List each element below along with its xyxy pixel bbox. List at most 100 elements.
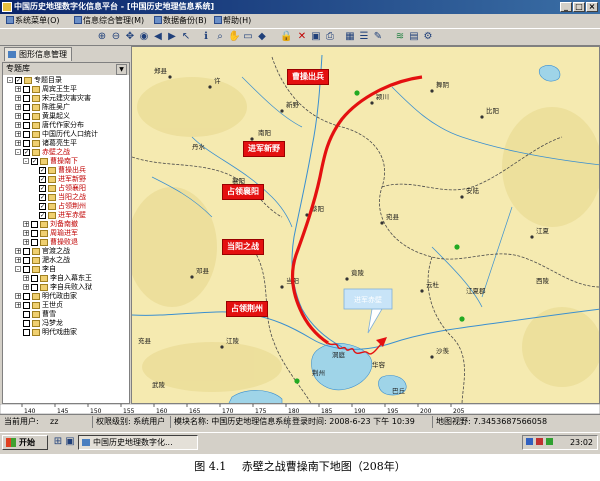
zoom-out-icon[interactable]: ⊖ xyxy=(110,31,122,43)
delete-icon[interactable]: ✕ xyxy=(296,31,308,43)
tray-network-icon[interactable] xyxy=(526,438,533,445)
tree-node[interactable]: + 黄巢起义 xyxy=(3,112,129,121)
tree-checkbox[interactable]: ✓ xyxy=(39,194,46,201)
tree-checkbox[interactable] xyxy=(23,86,30,93)
tree-checkbox[interactable] xyxy=(31,230,38,237)
tree-checkbox[interactable] xyxy=(23,140,30,147)
tree-checkbox[interactable] xyxy=(23,293,30,300)
collapse-icon[interactable]: - xyxy=(7,77,13,84)
tree-node[interactable]: - ✓ 曹操南下 xyxy=(3,157,129,166)
tree-checkbox[interactable] xyxy=(23,302,30,309)
tree-checkbox[interactable]: ✓ xyxy=(39,176,46,183)
taskbar-app-item[interactable]: 中国历史地理数字化... xyxy=(78,435,198,450)
tree-node[interactable]: ✓ 占领荆州 xyxy=(3,202,129,211)
tree-node[interactable]: ✓ 进军赤壁 xyxy=(3,211,129,220)
tree-node[interactable]: ✓ 曹操出兵 xyxy=(3,166,129,175)
tree-node[interactable]: + 中国历代人口统计 xyxy=(3,130,129,139)
expand-icon[interactable]: + xyxy=(15,131,21,138)
tree-checkbox[interactable]: ✓ xyxy=(39,167,46,174)
desktop-icon[interactable]: ▣ xyxy=(64,436,76,448)
hand-icon[interactable]: ✋ xyxy=(228,31,240,43)
tree-node[interactable]: 曹雪 xyxy=(3,310,129,319)
quicklaunch-icon[interactable]: ⊞ xyxy=(52,436,64,448)
tree-node[interactable]: 冯梦龙 xyxy=(3,319,129,328)
close-button[interactable]: × xyxy=(586,2,598,12)
expand-icon[interactable]: + xyxy=(15,122,21,129)
tree-node[interactable]: + 李自入幕东王 xyxy=(3,274,129,283)
maximize-button[interactable]: □ xyxy=(573,2,585,12)
tree-node[interactable]: + 宋元建灾害灾害 xyxy=(3,94,129,103)
zoom-in-icon[interactable]: ⊕ xyxy=(96,31,108,43)
list-icon[interactable]: ☰ xyxy=(358,31,370,43)
save-icon[interactable]: ▣ xyxy=(310,31,322,43)
tree-checkbox[interactable]: ✓ xyxy=(39,212,46,219)
measure-icon[interactable]: ⌕ xyxy=(214,31,226,43)
tree-checkbox[interactable] xyxy=(23,131,30,138)
tree-checkbox[interactable] xyxy=(23,104,30,111)
collapse-icon[interactable]: - xyxy=(15,266,21,273)
expand-icon[interactable]: + xyxy=(23,275,29,282)
pointer-icon[interactable]: ↖ xyxy=(180,31,192,43)
tree-node[interactable]: + 周瑜进军 xyxy=(3,229,129,238)
tree-checkbox[interactable] xyxy=(23,122,30,129)
tree-checkbox[interactable] xyxy=(23,311,30,318)
collapse-icon[interactable]: - xyxy=(15,149,21,156)
tree-node[interactable]: + 周宾王生平 xyxy=(3,85,129,94)
tree-checkbox[interactable] xyxy=(31,221,38,228)
tree-node[interactable]: + 王世贞 xyxy=(3,301,129,310)
tree-node[interactable]: + 诸葛亮生平 xyxy=(3,139,129,148)
tree-node[interactable]: - ✓ 赤壁之战 xyxy=(3,148,129,157)
expand-icon[interactable]: + xyxy=(15,113,21,120)
identify-icon[interactable]: ℹ xyxy=(200,31,212,43)
rectangle-icon[interactable]: ▭ xyxy=(242,31,254,43)
tree-checkbox[interactable] xyxy=(31,284,38,291)
tree-checkbox[interactable]: ✓ xyxy=(23,149,30,156)
tree-node[interactable]: + 唐代作家分布 xyxy=(3,121,129,130)
tree-node[interactable]: + 明代政由家 xyxy=(3,292,129,301)
tree-checkbox[interactable]: ✓ xyxy=(39,203,46,210)
tree-checkbox[interactable] xyxy=(31,275,38,282)
tree-node[interactable]: + 李自兵败入狱 xyxy=(3,283,129,292)
settings-icon[interactable]: ⚙ xyxy=(422,31,434,43)
forward-icon[interactable]: ▶ xyxy=(166,31,178,43)
map-canvas[interactable]: 郑县 许 颍川 南阳 新野 襄阳 当阳 荆州 江陵 江夏郡 舞阴 比阳 宛县 邓… xyxy=(132,47,600,404)
tray-ime-icon[interactable] xyxy=(546,438,553,445)
expand-icon[interactable]: + xyxy=(15,302,21,309)
table-icon[interactable]: ▦ xyxy=(344,31,356,43)
tree-checkbox[interactable] xyxy=(23,329,30,336)
tray-security-icon[interactable] xyxy=(536,438,543,445)
start-button[interactable]: 开始 xyxy=(2,435,48,450)
grid-icon[interactable]: ▤ xyxy=(408,31,420,43)
tree-node[interactable]: + 曹操败退 xyxy=(3,238,129,247)
edit-icon[interactable]: ✎ xyxy=(372,31,384,43)
expand-icon[interactable]: + xyxy=(23,284,29,291)
tab-graphic-info[interactable]: 图形信息管理 xyxy=(4,47,72,61)
tree-checkbox[interactable] xyxy=(31,239,38,246)
globe-icon[interactable]: ◉ xyxy=(138,31,150,43)
expand-icon[interactable]: + xyxy=(15,248,21,255)
back-icon[interactable]: ◀ xyxy=(152,31,164,43)
tree-checkbox[interactable] xyxy=(23,257,30,264)
tree-node[interactable]: + 官渡之战 xyxy=(3,247,129,256)
tree-checkbox[interactable] xyxy=(23,320,30,327)
expand-icon[interactable]: + xyxy=(23,239,29,246)
map-view[interactable]: 郑县 许 颍川 南阳 新野 襄阳 当阳 荆州 江陵 江夏郡 舞阴 比阳 宛县 邓… xyxy=(131,46,600,404)
tree-checkbox[interactable]: ✓ xyxy=(31,158,38,165)
collapse-icon[interactable]: - xyxy=(23,158,29,165)
tree-node[interactable]: + 淝水之战 xyxy=(3,256,129,265)
expand-icon[interactable]: + xyxy=(15,140,21,147)
print-icon[interactable]: ⎙ xyxy=(324,31,336,43)
tree-checkbox[interactable] xyxy=(23,248,30,255)
tree-node[interactable]: 明代戏曲家 xyxy=(3,328,129,337)
expand-icon[interactable]: + xyxy=(23,221,29,228)
tree-node[interactable]: + 刘备南撤 xyxy=(3,220,129,229)
tree-checkbox[interactable]: ✓ xyxy=(39,185,46,192)
tree-checkbox[interactable] xyxy=(23,266,30,273)
tree-checkbox[interactable]: ✓ xyxy=(15,77,22,84)
expand-icon[interactable]: + xyxy=(23,230,29,237)
menu-backup[interactable]: 数据备份(B) xyxy=(152,15,209,27)
tree-checkbox[interactable] xyxy=(23,113,30,120)
tree-node[interactable]: + 陈胜吴广 xyxy=(3,103,129,112)
minimize-button[interactable]: _ xyxy=(560,2,572,12)
pan-icon[interactable]: ✥ xyxy=(124,31,136,43)
